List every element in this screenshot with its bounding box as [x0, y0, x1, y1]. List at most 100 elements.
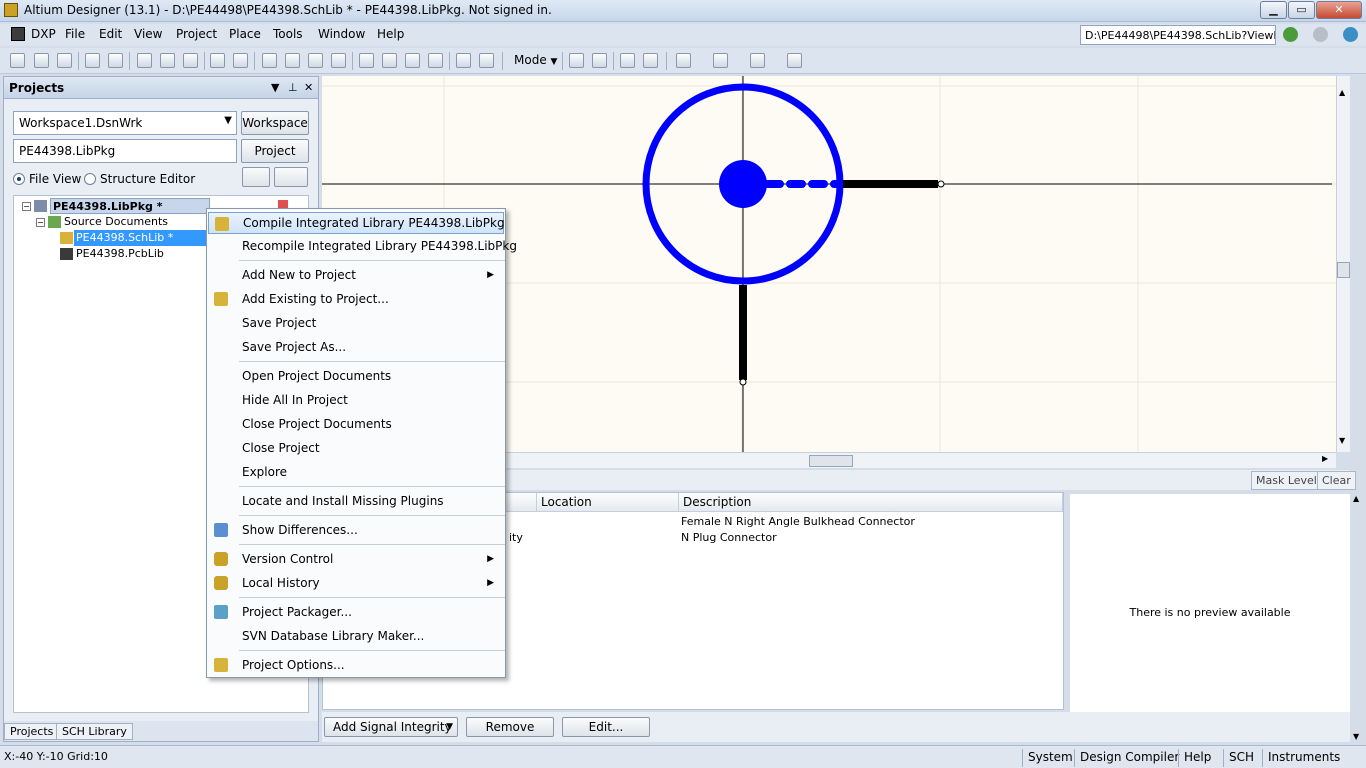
scroll-down-icon[interactable]: ▼	[1353, 732, 1359, 741]
menu-item-version-control[interactable]: Version Control ▶	[208, 548, 504, 570]
maximize-button[interactable]: ▭	[1288, 1, 1315, 19]
project-button[interactable]: Project	[241, 139, 309, 163]
menu-item-save-project-as[interactable]: Save Project As...	[208, 336, 504, 358]
menu-item-compile-integrated-library[interactable]: Compile Integrated Library PE44398.LibPk…	[208, 212, 505, 234]
layer-view-icon[interactable]	[242, 167, 270, 187]
save-icon[interactable]	[57, 53, 72, 68]
scroll-thumb[interactable]	[1337, 262, 1350, 278]
clear-button[interactable]: Clear	[1317, 471, 1356, 490]
undo-icon[interactable]	[456, 53, 471, 68]
description-cell[interactable]: N Plug Connector	[681, 531, 777, 544]
workspace-select[interactable]: Workspace1.DsnWrk ▼	[13, 111, 237, 135]
name-cell[interactable]: ity	[509, 531, 523, 544]
open-icon[interactable]	[34, 53, 49, 68]
menu-item-hide-all-in-project[interactable]: Hide All In Project	[208, 389, 504, 411]
menu-item-show-differences[interactable]: Show Differences...	[208, 519, 504, 541]
select-area-icon[interactable]	[359, 53, 374, 68]
menu-item-open-project-documents[interactable]: Open Project Documents	[208, 365, 504, 387]
prev-part-icon[interactable]	[620, 53, 635, 68]
grid-icon[interactable]	[750, 53, 765, 68]
add-signal-integrity-button[interactable]: Add Signal Integrity ▼	[324, 717, 458, 737]
pin-icon[interactable]: ⊥	[288, 81, 298, 94]
remove-button[interactable]: Remove	[466, 717, 554, 737]
print-preview-icon[interactable]	[108, 53, 123, 68]
dxp-icon[interactable]	[11, 27, 25, 41]
tree-item-libpkg[interactable]: PE44398.LibPkg *	[50, 198, 210, 214]
mask-level-button[interactable]: Mask Level	[1251, 471, 1322, 490]
structure-editor-radio[interactable]	[84, 173, 96, 185]
mode-dropdown[interactable]: Mode ▼	[514, 53, 557, 67]
panel-menu-icon[interactable]: ▼	[271, 81, 279, 94]
cut-icon[interactable]	[262, 53, 277, 68]
drawing-tools-icon[interactable]	[713, 53, 728, 68]
print-icon[interactable]	[85, 53, 100, 68]
tree-item-schlib[interactable]: PE44398.SchLib *	[74, 230, 218, 246]
menu-item-locate-install-plugins[interactable]: Locate and Install Missing Plugins	[208, 490, 504, 512]
place-icon[interactable]	[676, 53, 691, 68]
new-icon[interactable]	[10, 53, 25, 68]
menu-item-svn-database-library-maker[interactable]: SVN Database Library Maker...	[208, 625, 504, 647]
status-tab-sch[interactable]: SCH	[1223, 749, 1259, 767]
zoom-out-icon[interactable]	[233, 53, 248, 68]
tab-projects[interactable]: Projects	[4, 723, 60, 740]
scroll-up-icon[interactable]: ▲	[1353, 494, 1359, 503]
deselect-icon[interactable]	[405, 53, 420, 68]
menu-window[interactable]: Window	[318, 27, 365, 41]
project-options-icon[interactable]	[274, 167, 308, 187]
menu-edit[interactable]: Edit	[99, 27, 122, 41]
menu-file[interactable]: File	[65, 27, 85, 41]
menu-place[interactable]: Place	[229, 27, 261, 41]
minimize-button[interactable]: ▁	[1260, 1, 1287, 19]
status-tab-design-compiler[interactable]: Design Compiler	[1074, 749, 1184, 767]
menu-item-save-project[interactable]: Save Project	[208, 312, 504, 334]
scroll-down-icon[interactable]: ▼	[1339, 436, 1345, 445]
file-view-radio[interactable]	[13, 173, 25, 185]
menu-item-add-existing-to-project[interactable]: Add Existing to Project...	[208, 288, 504, 310]
folder-icon[interactable]	[183, 53, 198, 68]
redo-icon[interactable]	[479, 53, 494, 68]
project-field[interactable]: PE44398.LibPkg	[13, 139, 237, 163]
forward-icon[interactable]	[1313, 27, 1328, 42]
tree-item-source-documents[interactable]: Source Documents	[64, 214, 168, 230]
menu-item-close-project-documents[interactable]: Close Project Documents	[208, 413, 504, 435]
collapse-icon[interactable]: −	[22, 202, 31, 211]
paste-icon[interactable]	[308, 53, 323, 68]
menu-view[interactable]: View	[134, 27, 162, 41]
workspace-button[interactable]: Workspace	[241, 111, 309, 135]
layers-icon[interactable]	[137, 53, 152, 68]
vertical-scrollbar[interactable]: ▲ ▼	[1336, 76, 1350, 452]
menu-item-add-new-to-project[interactable]: Add New to Project ▶	[208, 264, 504, 286]
board-icon[interactable]	[160, 53, 175, 68]
model-manager-icon[interactable]	[787, 53, 802, 68]
menu-item-local-history[interactable]: Local History ▶	[208, 572, 504, 594]
remove-part-icon[interactable]	[592, 53, 607, 68]
menu-item-recompile-integrated-library[interactable]: Recompile Integrated Library PE44398.Lib…	[208, 235, 517, 257]
menu-item-project-packager[interactable]: Project Packager...	[208, 601, 504, 623]
menu-item-explore[interactable]: Explore	[208, 461, 504, 483]
tab-sch-library[interactable]: SCH Library	[56, 723, 133, 740]
tree-item-pcblib[interactable]: PE44398.PcbLib	[76, 246, 164, 262]
status-tab-instruments[interactable]: Instruments	[1262, 749, 1345, 767]
move-icon[interactable]	[382, 53, 397, 68]
back-icon[interactable]	[1283, 27, 1298, 42]
column-header-location[interactable]: Location	[537, 493, 679, 512]
menu-item-project-options[interactable]: Project Options...	[208, 654, 504, 676]
menu-help[interactable]: Help	[377, 27, 404, 41]
column-header-description[interactable]: Description	[679, 493, 1063, 512]
collapse-icon[interactable]: −	[36, 218, 45, 227]
copy-icon[interactable]	[285, 53, 300, 68]
edit-button[interactable]: Edit...	[562, 717, 650, 737]
close-button[interactable]: ✕	[1316, 1, 1362, 19]
rubber-stamp-icon[interactable]	[331, 53, 346, 68]
next-part-icon[interactable]	[643, 53, 658, 68]
clear-filter-icon[interactable]	[428, 53, 443, 68]
menu-item-close-project[interactable]: Close Project	[208, 437, 504, 459]
description-cell[interactable]: Female N Right Angle Bulkhead Connector	[681, 515, 915, 528]
close-icon[interactable]: ✕	[304, 81, 313, 94]
menu-project[interactable]: Project	[176, 27, 217, 41]
scroll-up-icon[interactable]: ▲	[1339, 88, 1345, 97]
scroll-right-icon[interactable]: ▶	[1322, 454, 1328, 463]
status-tab-help[interactable]: Help	[1178, 749, 1216, 767]
add-part-icon[interactable]	[569, 53, 584, 68]
home-icon[interactable]	[1343, 27, 1358, 42]
